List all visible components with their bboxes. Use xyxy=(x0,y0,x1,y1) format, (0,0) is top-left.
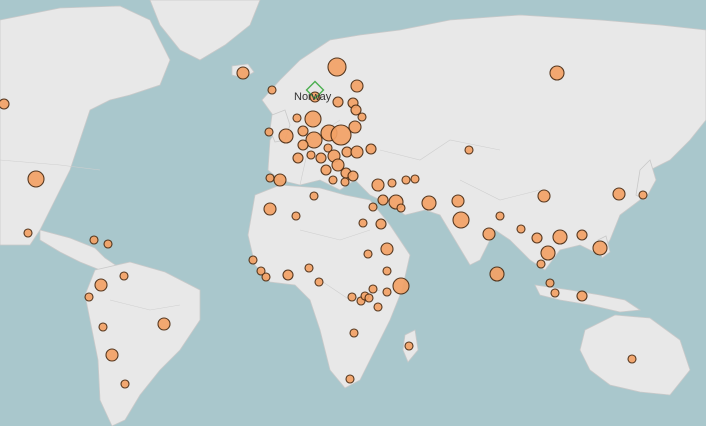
data-bubble[interactable] xyxy=(371,178,385,192)
data-bubble[interactable] xyxy=(304,263,314,273)
data-bubble[interactable] xyxy=(612,187,626,201)
data-bubble[interactable] xyxy=(105,348,119,362)
data-bubble[interactable] xyxy=(375,218,387,230)
data-bubble[interactable] xyxy=(404,341,414,351)
data-bubble[interactable] xyxy=(248,255,258,265)
data-bubble[interactable] xyxy=(382,266,392,276)
data-bubble[interactable] xyxy=(332,96,344,108)
data-bubble[interactable] xyxy=(0,98,10,110)
indonesia xyxy=(534,284,642,313)
data-bubble[interactable] xyxy=(482,227,496,241)
data-bubble[interactable] xyxy=(576,290,588,302)
data-bubble[interactable] xyxy=(306,150,316,160)
data-bubble[interactable] xyxy=(495,211,505,221)
data-bubble[interactable] xyxy=(291,211,301,221)
data-bubble[interactable] xyxy=(537,189,551,203)
data-bubble[interactable] xyxy=(292,152,304,164)
data-bubble[interactable] xyxy=(315,152,327,164)
data-bubble[interactable] xyxy=(451,194,465,208)
data-bubble[interactable] xyxy=(576,229,588,241)
data-bubble[interactable] xyxy=(282,269,294,281)
data-bubble[interactable] xyxy=(103,239,113,249)
data-bubble[interactable] xyxy=(401,175,411,185)
data-bubble[interactable] xyxy=(363,249,373,259)
data-bubble[interactable] xyxy=(119,271,129,281)
data-bubble[interactable] xyxy=(489,266,505,282)
data-bubble[interactable] xyxy=(309,191,319,201)
data-bubble[interactable] xyxy=(549,65,565,81)
data-bubble[interactable] xyxy=(327,57,347,77)
data-bubble[interactable] xyxy=(545,278,555,288)
data-bubble[interactable] xyxy=(23,228,33,238)
data-bubble[interactable] xyxy=(357,112,367,122)
data-bubble[interactable] xyxy=(392,277,410,295)
data-bubble[interactable] xyxy=(382,287,392,297)
data-bubble[interactable] xyxy=(349,328,359,338)
data-bubble[interactable] xyxy=(261,272,271,282)
data-bubble[interactable] xyxy=(377,194,389,206)
data-bubble[interactable] xyxy=(373,302,383,312)
data-bubble[interactable] xyxy=(421,195,437,211)
data-bubble[interactable] xyxy=(552,229,568,245)
world-map[interactable]: Norway xyxy=(0,0,706,426)
data-bubble[interactable] xyxy=(592,240,608,256)
data-bubble[interactable] xyxy=(297,125,309,137)
data-bubble[interactable] xyxy=(98,322,108,332)
data-bubble[interactable] xyxy=(638,190,648,200)
data-bubble[interactable] xyxy=(350,79,364,93)
data-bubble[interactable] xyxy=(330,124,352,146)
data-bubble[interactable] xyxy=(120,379,130,389)
data-bubble[interactable] xyxy=(320,164,332,176)
data-bubble[interactable] xyxy=(387,178,397,188)
map-canvas: Norway xyxy=(0,0,706,426)
data-bubble[interactable] xyxy=(348,120,362,134)
data-bubble[interactable] xyxy=(292,113,302,123)
data-bubble[interactable] xyxy=(410,174,420,184)
data-bubble[interactable] xyxy=(358,218,368,228)
data-bubble[interactable] xyxy=(314,277,324,287)
data-bubble[interactable] xyxy=(365,143,377,155)
data-bubble[interactable] xyxy=(364,293,374,303)
data-bubble[interactable] xyxy=(350,145,364,159)
data-bubble[interactable] xyxy=(273,173,287,187)
data-bubble[interactable] xyxy=(27,170,45,188)
highlight-label: Norway xyxy=(294,91,332,103)
data-bubble[interactable] xyxy=(236,66,250,80)
africa xyxy=(247,184,411,389)
data-bubble[interactable] xyxy=(297,139,309,151)
greenland xyxy=(149,0,261,61)
data-bubble[interactable] xyxy=(516,224,526,234)
data-bubble[interactable] xyxy=(94,278,108,292)
data-bubble[interactable] xyxy=(464,145,474,155)
data-bubble[interactable] xyxy=(396,203,406,213)
data-bubble[interactable] xyxy=(380,242,394,256)
data-bubble[interactable] xyxy=(347,170,359,182)
data-bubble[interactable] xyxy=(550,288,560,298)
data-bubble[interactable] xyxy=(304,110,322,128)
data-bubble[interactable] xyxy=(263,202,277,216)
data-bubble[interactable] xyxy=(345,374,355,384)
data-bubble[interactable] xyxy=(340,177,350,187)
data-bubble[interactable] xyxy=(84,292,94,302)
data-bubble[interactable] xyxy=(368,202,378,212)
data-bubble[interactable] xyxy=(531,232,543,244)
data-bubble[interactable] xyxy=(347,292,357,302)
data-bubble[interactable] xyxy=(368,284,378,294)
data-bubble[interactable] xyxy=(267,85,277,95)
data-bubble[interactable] xyxy=(328,175,338,185)
data-bubble[interactable] xyxy=(264,127,274,137)
data-bubble[interactable] xyxy=(540,245,556,261)
data-bubble[interactable] xyxy=(627,354,637,364)
data-bubble[interactable] xyxy=(536,259,546,269)
north-america xyxy=(0,5,171,246)
data-bubble[interactable] xyxy=(265,173,275,183)
australia xyxy=(579,314,691,396)
data-bubble[interactable] xyxy=(89,235,99,245)
data-bubble[interactable] xyxy=(157,317,171,331)
data-bubble[interactable] xyxy=(452,211,470,229)
data-bubble[interactable] xyxy=(278,128,294,144)
